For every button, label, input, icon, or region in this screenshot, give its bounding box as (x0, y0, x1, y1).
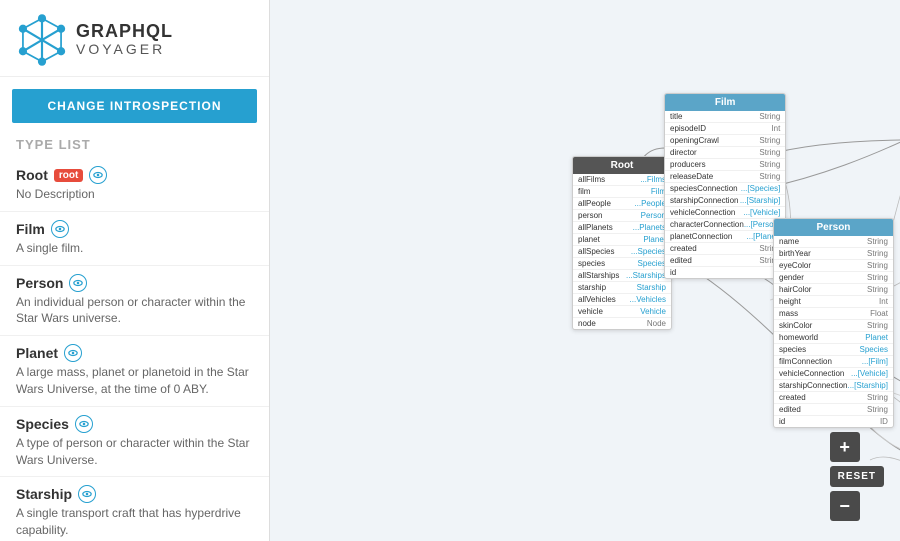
eye-icon-planet[interactable] (64, 344, 82, 362)
eye-icon-root[interactable] (89, 166, 107, 184)
graph-card-row: nodeNode (573, 318, 671, 329)
root-badge: root (54, 169, 83, 182)
graph-card-row: allSpecies...Species (573, 246, 671, 258)
type-item-root: Root root No Description (0, 158, 269, 212)
eye-icon-film[interactable] (51, 220, 69, 238)
change-introspection-button[interactable]: CHANGE INTROSPECTION (12, 89, 257, 123)
graph-card-root[interactable]: Root allFilms...Films filmFilm allPeople… (572, 156, 672, 330)
zoom-controls: + RESET − (830, 432, 884, 521)
logo-area: GRAPHQL VOYAGER (0, 0, 269, 77)
graph-card-row: allFilms...Films (573, 174, 671, 186)
graph-card-row: speciesSpecies (573, 258, 671, 270)
type-item-starship: Starship A single transport craft that h… (0, 477, 269, 541)
type-name-species[interactable]: Species (16, 416, 69, 432)
eye-icon-person[interactable] (69, 274, 87, 292)
graph-card-row: allStarships...Starships (573, 270, 671, 282)
graph-card-row: starshipStarship (573, 282, 671, 294)
zoom-out-button[interactable]: − (830, 491, 860, 521)
graph-card-row: filmFilm (573, 186, 671, 198)
graph-card-row: vehicleVehicle (573, 306, 671, 318)
graphql-logo-icon (16, 14, 68, 66)
graph-card-person-header: Person (774, 219, 893, 236)
type-name-film[interactable]: Film (16, 221, 45, 237)
type-desc-film: A single film. (16, 240, 253, 257)
logo-voyager: VOYAGER (76, 42, 173, 57)
type-item-planet: Planet A large mass, planet or planetoid… (0, 336, 269, 407)
type-desc-starship: A single transport craft that has hyperd… (16, 505, 253, 539)
type-desc-root: No Description (16, 186, 253, 203)
eye-icon-species[interactable] (75, 415, 93, 433)
logo-text: GRAPHQL VOYAGER (76, 22, 173, 57)
graph-card-film[interactable]: Film titleString episodeIDInt openingCra… (664, 93, 786, 279)
graph-card-row: allVehicles...Vehicles (573, 294, 671, 306)
type-list-label: Type List (0, 123, 269, 158)
type-desc-person: An individual person or character within… (16, 294, 253, 328)
graph-card-row: allPlanets...Planets (573, 222, 671, 234)
type-name-starship[interactable]: Starship (16, 486, 72, 502)
type-name-person[interactable]: Person (16, 275, 63, 291)
graph-card-film-header: Film (665, 94, 785, 111)
eye-icon-starship[interactable] (78, 485, 96, 503)
reset-button[interactable]: RESET (830, 466, 884, 487)
type-desc-planet: A large mass, planet or planetoid in the… (16, 364, 253, 398)
type-item-film: Film A single film. (0, 212, 269, 266)
type-item-person: Person An individual person or character… (0, 266, 269, 337)
graph-card-person[interactable]: Person nameString birthYearString eyeCol… (773, 218, 894, 428)
graph-canvas[interactable]: Root allFilms...Films filmFilm allPeople… (270, 0, 900, 541)
graph-card-row: personPerson (573, 210, 671, 222)
sidebar: GRAPHQL VOYAGER CHANGE INTROSPECTION Typ… (0, 0, 270, 541)
type-name-planet[interactable]: Planet (16, 345, 58, 361)
graph-card-row: allPeople...People (573, 198, 671, 210)
type-name-root[interactable]: Root (16, 167, 48, 183)
logo-graphql: GRAPHQL (76, 22, 173, 42)
graph-card-root-header: Root (573, 157, 671, 174)
type-item-species: Species A type of person or character wi… (0, 407, 269, 478)
graph-card-row: planetPlanet (573, 234, 671, 246)
type-desc-species: A type of person or character within the… (16, 435, 253, 469)
zoom-in-button[interactable]: + (830, 432, 860, 462)
